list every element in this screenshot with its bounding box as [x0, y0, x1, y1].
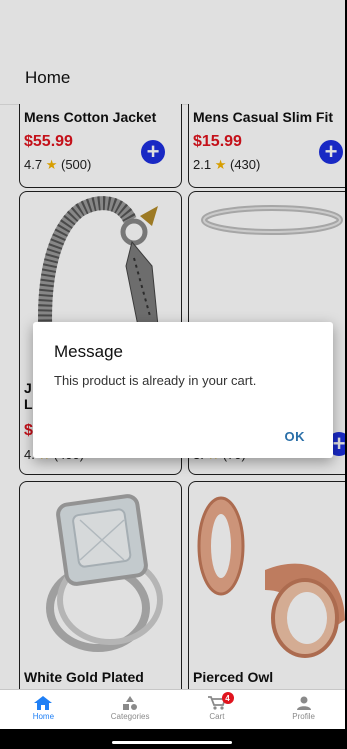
tab-label: Categories [110, 712, 150, 721]
message-dialog: Message This product is already in your … [33, 322, 333, 458]
home-gesture-handle[interactable] [112, 741, 232, 744]
tab-home[interactable]: Home [0, 690, 87, 730]
ok-button[interactable]: OK [285, 429, 306, 444]
system-navigation-bar [0, 729, 347, 749]
profile-icon [296, 696, 311, 710]
tab-label: Profile [292, 712, 315, 721]
tab-categories[interactable]: Categories [87, 690, 174, 730]
cart-badge: 4 [221, 692, 234, 704]
bottom-tab-bar: Home Categories 4 Cart Profile [0, 689, 347, 730]
dialog-title: Message [54, 342, 123, 361]
tab-cart[interactable]: 4 Cart [174, 690, 261, 730]
tab-label: Cart [209, 712, 225, 721]
dialog-message: This product is already in your cart. [54, 373, 257, 388]
app-screen: Home Mens Cotton Jacket $55.99 4.7 ★ (50… [0, 0, 347, 749]
categories-icon [123, 696, 138, 710]
tab-profile[interactable]: Profile [260, 690, 347, 730]
tab-label: Home [32, 712, 55, 721]
home-icon [34, 696, 53, 710]
